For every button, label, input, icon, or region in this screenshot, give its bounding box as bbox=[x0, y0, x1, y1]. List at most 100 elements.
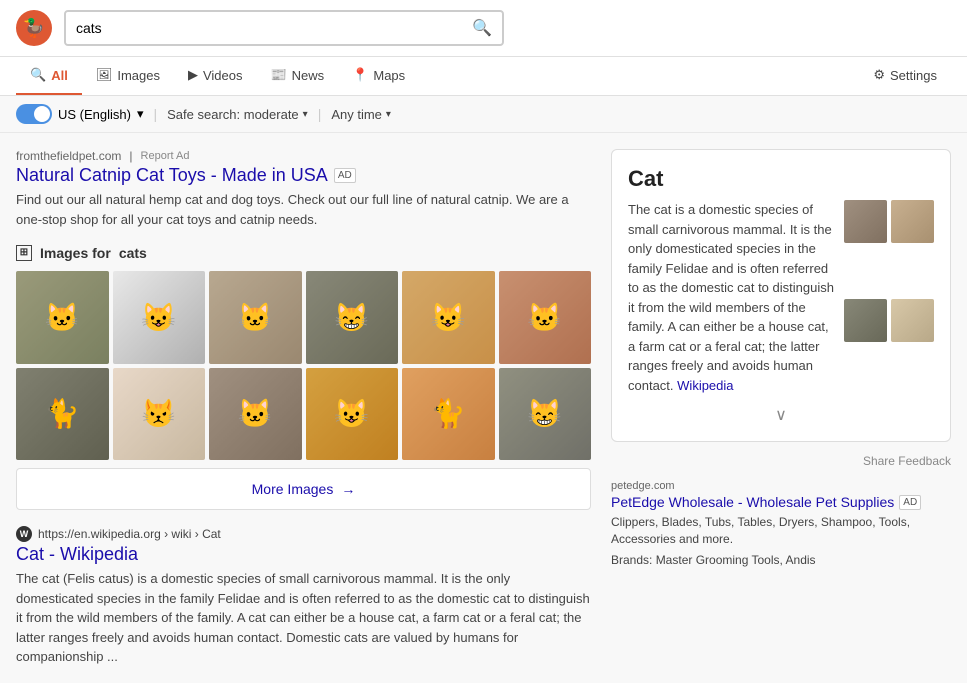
ad-title-line: Natural Catnip Cat Toys - Made in USA AD bbox=[16, 165, 591, 190]
cat-image-12[interactable]: 😸 bbox=[499, 368, 592, 461]
more-images-label: More Images bbox=[252, 481, 334, 497]
right-ad-desc: Clippers, Blades, Tubs, Tables, Dryers, … bbox=[611, 514, 951, 548]
tab-news-label: News bbox=[292, 68, 325, 83]
images-header: ⊞ Images for cats bbox=[16, 245, 591, 261]
cat-image-2[interactable]: 😺 bbox=[113, 271, 206, 364]
wiki-title-text: Cat - Wikipedia bbox=[16, 544, 138, 564]
settings-tab[interactable]: ⚙ Settings bbox=[859, 57, 951, 95]
right-ad-brands: Brands: Master Grooming Tools, Andis bbox=[611, 552, 951, 569]
tab-maps-label: Maps bbox=[373, 68, 405, 83]
right-ad: petedge.com PetEdge Wholesale - Wholesal… bbox=[611, 480, 951, 568]
settings-icon: ⚙ bbox=[873, 67, 885, 83]
arrow-right-icon: → bbox=[341, 481, 355, 497]
cat-image-11[interactable]: 🐈 bbox=[402, 368, 495, 461]
news-icon: 📰 bbox=[270, 67, 286, 83]
tab-images-label: Images bbox=[117, 68, 160, 83]
wiki-result-description: The cat (Felis catus) is a domestic spec… bbox=[16, 569, 591, 667]
search-bar: 🔍 bbox=[64, 10, 504, 46]
nav-tabs: 🔍 All 🖼 Images ▶ Videos 📰 News 📍 Maps ⚙ … bbox=[0, 57, 967, 96]
ad-result: fromthefieldpet.com | Report Ad Natural … bbox=[16, 149, 591, 229]
maps-icon: 📍 bbox=[352, 67, 368, 83]
safe-search-filter[interactable]: Safe search: moderate bbox=[167, 107, 308, 122]
ad-title-link[interactable]: Natural Catnip Cat Toys - Made in USA AD bbox=[16, 165, 356, 186]
tab-all[interactable]: 🔍 All bbox=[16, 57, 82, 95]
cat-image-10[interactable]: 😺 bbox=[306, 368, 399, 461]
ad-source-line: fromthefieldpet.com | Report Ad bbox=[16, 149, 591, 163]
time-chevron bbox=[386, 109, 391, 120]
knowledge-card-wiki-link[interactable]: Wikipedia bbox=[677, 378, 733, 393]
duckduckgo-logo: 🦆 bbox=[16, 10, 52, 46]
time-label: Any time bbox=[331, 107, 382, 122]
cat-image-8[interactable]: 😾 bbox=[113, 368, 206, 461]
settings-label: Settings bbox=[890, 68, 937, 83]
wiki-source-line: W https://en.wikipedia.org › wiki › Cat bbox=[16, 526, 591, 542]
more-images-button[interactable]: More Images → bbox=[16, 468, 591, 510]
right-ad-badge: AD bbox=[899, 495, 921, 510]
tab-maps[interactable]: 📍 Maps bbox=[338, 57, 419, 95]
filter-sep-2: | bbox=[318, 106, 322, 122]
tab-news[interactable]: 📰 News bbox=[256, 57, 338, 95]
knowledge-card: Cat The cat is a domestic species of sma… bbox=[611, 149, 951, 442]
time-filter[interactable]: Any time bbox=[331, 107, 391, 122]
knowledge-card-text: The cat is a domestic species of small c… bbox=[628, 200, 834, 395]
region-label: US (English) bbox=[58, 107, 131, 122]
images-header-keyword: cats bbox=[119, 245, 147, 261]
kc-image-1[interactable] bbox=[844, 200, 887, 243]
tab-all-label: All bbox=[51, 68, 68, 83]
images-grid: 🐱 😺 🐱 😸 bbox=[16, 271, 591, 460]
cat-image-3[interactable]: 🐱 bbox=[209, 271, 302, 364]
right-ad-source: petedge.com bbox=[611, 480, 951, 492]
report-ad-link[interactable]: Report Ad bbox=[141, 150, 190, 162]
ad-badge: AD bbox=[334, 168, 356, 183]
search-icon: 🔍 bbox=[472, 20, 492, 37]
cat-image-9[interactable]: 🐱 bbox=[209, 368, 302, 461]
videos-icon: ▶ bbox=[188, 67, 198, 83]
knowledge-card-title: Cat bbox=[628, 166, 934, 192]
kc-image-4[interactable] bbox=[891, 299, 934, 342]
toggle-thumb bbox=[34, 106, 50, 122]
ad-description: Find out our all natural hemp cat and do… bbox=[16, 190, 591, 229]
cat-image-6[interactable]: 🐱 bbox=[499, 271, 592, 364]
expand-chevron-icon: ∨ bbox=[775, 407, 787, 424]
safe-search-label: Safe search: moderate bbox=[167, 107, 299, 122]
safe-search-chevron bbox=[303, 109, 308, 120]
ad-domain: fromthefieldpet.com bbox=[16, 149, 121, 163]
images-grid-icon: ⊞ bbox=[16, 245, 32, 261]
knowledge-card-images bbox=[844, 200, 934, 395]
wiki-url: https://en.wikipedia.org › wiki › Cat bbox=[38, 527, 221, 541]
images-header-prefix: Images for bbox=[40, 245, 111, 261]
wiki-result-title-link[interactable]: Cat - Wikipedia bbox=[16, 544, 591, 565]
images-section: ⊞ Images for cats 🐱 😺 🐱 bbox=[16, 245, 591, 510]
cat-image-1[interactable]: 🐱 bbox=[16, 271, 109, 364]
region-toggle[interactable]: US (English) bbox=[16, 104, 144, 124]
kc-image-2[interactable] bbox=[891, 200, 934, 243]
right-ad-title-text: PetEdge Wholesale - Wholesale Pet Suppli… bbox=[611, 494, 894, 510]
main-content: fromthefieldpet.com | Report Ad Natural … bbox=[0, 133, 967, 683]
tab-images[interactable]: 🖼 Images bbox=[82, 57, 174, 95]
right-column: Cat The cat is a domestic species of sma… bbox=[611, 149, 951, 667]
left-column: fromthefieldpet.com | Report Ad Natural … bbox=[16, 149, 591, 667]
kc-image-3[interactable] bbox=[844, 299, 887, 342]
ad-title-text: Natural Catnip Cat Toys - Made in USA bbox=[16, 165, 328, 186]
images-icon: 🖼 bbox=[96, 67, 113, 83]
search-input[interactable] bbox=[76, 20, 472, 36]
cat-image-7[interactable]: 🐈 bbox=[16, 368, 109, 461]
all-icon: 🔍 bbox=[30, 67, 46, 83]
filters-bar: US (English) | Safe search: moderate | A… bbox=[0, 96, 967, 133]
share-feedback-link[interactable]: Share Feedback bbox=[611, 454, 951, 468]
toggle-track bbox=[16, 104, 52, 124]
knowledge-card-content: The cat is a domestic species of small c… bbox=[628, 200, 934, 395]
knowledge-card-body-text: The cat is a domestic species of small c… bbox=[628, 202, 834, 393]
region-chevron bbox=[137, 106, 144, 122]
search-submit-button[interactable]: 🔍 bbox=[472, 18, 492, 38]
tab-videos-label: Videos bbox=[203, 68, 243, 83]
cat-image-5[interactable]: 😺 bbox=[402, 271, 495, 364]
wiki-result: W https://en.wikipedia.org › wiki › Cat … bbox=[16, 526, 591, 667]
cat-image-4[interactable]: 😸 bbox=[306, 271, 399, 364]
tab-videos[interactable]: ▶ Videos bbox=[174, 57, 257, 95]
ad-separator: | bbox=[129, 149, 132, 163]
right-ad-title-link[interactable]: PetEdge Wholesale - Wholesale Pet Suppli… bbox=[611, 494, 951, 510]
filter-sep-1: | bbox=[154, 106, 158, 122]
knowledge-card-expand[interactable]: ∨ bbox=[628, 405, 934, 425]
header: 🦆 🔍 bbox=[0, 0, 967, 57]
